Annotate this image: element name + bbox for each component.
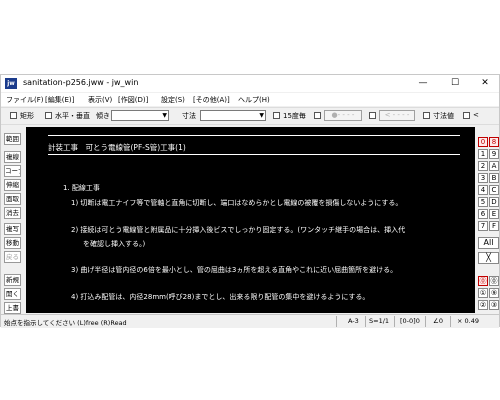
layer-f-button[interactable]: F: [489, 221, 499, 231]
tool-new[interactable]: 新規: [4, 274, 21, 286]
hv-label: 水平・垂直: [55, 112, 90, 120]
dimval-checkbox[interactable]: [423, 112, 430, 119]
spec-item-2-cont: を確認し挿入する。): [83, 240, 146, 248]
less-label: <: [473, 111, 479, 119]
chevron-down-icon: ▼: [162, 112, 167, 119]
dimval-label: 寸法値: [433, 112, 454, 120]
group-2-button[interactable]: ②: [478, 300, 488, 310]
status-divider: [450, 316, 451, 327]
rect-checkbox[interactable]: [10, 112, 17, 119]
spec-item-2: 2) 接続は可とう電線管と附属品に十分挿入後ビスでしっかり固定する。(ワンタッチ…: [71, 226, 406, 234]
layer-d-button[interactable]: D: [489, 197, 499, 207]
status-message: 始点を指示してください (L)free (R)Read: [4, 319, 127, 327]
layer-2-button[interactable]: 2: [478, 161, 488, 171]
group-a-button[interactable]: ③: [489, 300, 499, 310]
tool-open[interactable]: 開く: [4, 288, 21, 300]
status-angle[interactable]: ∠0: [433, 317, 443, 325]
tool-offset[interactable]: 複線: [4, 151, 21, 163]
tool-range[interactable]: 範囲: [4, 133, 21, 145]
layer-e-button[interactable]: E: [489, 209, 499, 219]
app-icon: jw: [5, 78, 17, 89]
menu-other[interactable]: [その他(A)]: [193, 95, 230, 105]
layer-cross-icon[interactable]: ╳: [478, 252, 499, 264]
status-divider: [365, 316, 366, 327]
status-layer[interactable]: [0-0]0: [400, 317, 420, 325]
slope-combobox[interactable]: ▼: [111, 110, 169, 121]
tool-save[interactable]: 上書: [4, 302, 21, 314]
status-bar: 始点を指示してください (L)free (R)Read A-3 S=1/1 [0…: [1, 314, 499, 328]
menu-help[interactable]: ヘルプ(H): [238, 95, 270, 105]
deg15-label: 15度毎: [283, 112, 306, 120]
tool-move[interactable]: 移動: [4, 237, 21, 249]
menu-file[interactable]: ファイル(F): [6, 95, 44, 105]
menu-edit[interactable]: [編集(E)]: [45, 95, 74, 105]
drawing-heading: 計装工事 可とう電線管(PF-S管)工事(1): [48, 143, 186, 152]
sheet-border-top: [48, 135, 460, 136]
dim-combobox[interactable]: ▼: [200, 110, 266, 121]
layer-3-button[interactable]: 3: [478, 173, 488, 183]
drawing-canvas[interactable]: 計装工事 可とう電線管(PF-S管)工事(1) 1. 配線工事 1) 切断は電工…: [26, 127, 475, 313]
group-8-button[interactable]: ⓪: [489, 276, 499, 286]
slope-label: 傾き: [96, 112, 110, 120]
sheet-border-heading: [48, 154, 460, 155]
maximize-button[interactable]: ☐: [441, 75, 469, 92]
arrow-line-button[interactable]: < - - - -: [379, 110, 415, 121]
circle-mode-checkbox[interactable]: [314, 112, 321, 119]
tool-undo[interactable]: 戻る: [4, 251, 21, 263]
layer-0-button[interactable]: 0: [478, 137, 488, 147]
section-title: 1. 配線工事: [63, 184, 100, 192]
status-divider: [336, 316, 337, 327]
layer-7-button[interactable]: 7: [478, 221, 488, 231]
layer-9-button[interactable]: 9: [489, 149, 499, 159]
tool-chamfer[interactable]: 面取: [4, 193, 21, 205]
layer-all-button[interactable]: All: [478, 237, 499, 249]
layer-b-button[interactable]: B: [489, 173, 499, 183]
chevron-down-icon: ▼: [259, 112, 264, 119]
menu-draw[interactable]: [作図(D)]: [118, 95, 148, 105]
layer-c-button[interactable]: C: [489, 185, 499, 195]
window-title: sanitation-p256.jww - jw_win: [23, 78, 139, 87]
tool-copy[interactable]: 複写: [4, 223, 21, 235]
less-checkbox[interactable]: [463, 112, 470, 119]
spec-item-3: 3) 曲げ半径は管内径の6倍を最小とし、管の屈曲は3ヵ所を超える直角やこれに近い…: [71, 266, 398, 274]
status-paper[interactable]: A-3: [348, 317, 359, 325]
menu-bar: ファイル(F) [編集(E)] 表示(V) [作図(D)] 設定(S) [その他…: [1, 93, 499, 106]
status-zoom[interactable]: × 0.49: [457, 317, 479, 325]
group-0-button[interactable]: ⓪: [478, 276, 488, 286]
title-bar: jw sanitation-p256.jww - jw_win — ☐ ✕: [1, 75, 499, 92]
tool-stretch[interactable]: 伸縮: [4, 179, 21, 191]
arrow-mode-checkbox[interactable]: [369, 112, 376, 119]
toolbar: 矩形 水平・垂直 傾き ▼ 寸法 ▼ 15度毎 ●- - - - < - - -…: [1, 107, 499, 125]
menu-settings[interactable]: 設定(S): [161, 95, 185, 105]
deg15-checkbox[interactable]: [273, 112, 280, 119]
status-divider: [394, 316, 395, 327]
hv-checkbox[interactable]: [45, 112, 52, 119]
spec-item-4: 4) 打込み配管は、内径28mm(呼び28)までとし、出来る限り配管の集中を避け…: [71, 293, 370, 301]
group-1-button[interactable]: ①: [478, 288, 488, 298]
close-button[interactable]: ✕: [471, 75, 499, 92]
tool-corner[interactable]: コーナー: [4, 165, 21, 177]
circle-line-button[interactable]: ●- - - -: [324, 110, 362, 121]
layer-6-button[interactable]: 6: [478, 209, 488, 219]
layer-4-button[interactable]: 4: [478, 185, 488, 195]
app-window: jw sanitation-p256.jww - jw_win — ☐ ✕ ファ…: [0, 74, 500, 328]
tool-erase[interactable]: 消去: [4, 207, 21, 219]
layer-8-button[interactable]: 8: [489, 137, 499, 147]
rect-label: 矩形: [20, 112, 34, 120]
dim-label: 寸法: [182, 112, 196, 120]
status-divider: [425, 316, 426, 327]
minimize-button[interactable]: —: [409, 75, 437, 92]
layer-5-button[interactable]: 5: [478, 197, 488, 207]
menu-view[interactable]: 表示(V): [88, 95, 112, 105]
spec-item-1: 1) 切断は電工ナイフ等で管軸と直角に切断し、端口はなめらかとし電線の被覆を損傷…: [71, 199, 403, 207]
status-scale[interactable]: S=1/1: [369, 317, 389, 325]
layer-1-button[interactable]: 1: [478, 149, 488, 159]
layer-a-button[interactable]: A: [489, 161, 499, 171]
group-9-button[interactable]: ⑨: [489, 288, 499, 298]
